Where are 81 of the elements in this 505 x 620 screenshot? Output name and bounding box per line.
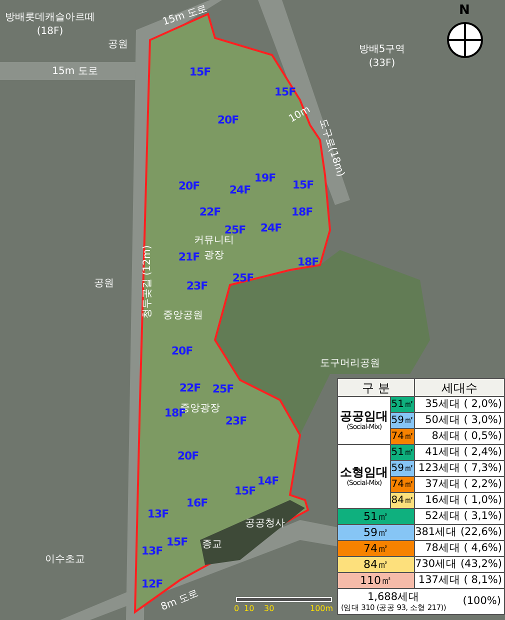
total-percent: (100%) [462, 596, 501, 607]
unit-size-cell: 110㎡ [338, 572, 415, 588]
place-label: 광장 [204, 251, 224, 261]
total-count: 1,688세대 [367, 592, 420, 602]
road-label: 15m 도로 [52, 67, 98, 77]
unit-count-cell: 137세대 ( 8,1%) [414, 572, 504, 588]
unit-size-cell: 59㎡ [338, 524, 415, 540]
place-label: 방배롯데캐슬아르떼 [5, 13, 95, 23]
floor-label: 22F [199, 206, 221, 218]
place-label: 종교 [202, 540, 222, 550]
floor-label: 22F [179, 382, 201, 394]
place-label: 방배5구역 [358, 45, 406, 55]
floor-label: 15F [166, 536, 188, 548]
place-label: 공원 [94, 279, 114, 289]
unit-size-cell: 84㎡ [338, 556, 415, 572]
unit-count-cell: 78세대 ( 4,6%) [414, 540, 504, 556]
floor-label: 23F [225, 416, 247, 426]
floor-label: 24F [229, 184, 251, 196]
floor-label: 25F [212, 384, 234, 394]
unit-count-cell: 37세대 ( 2,2%) [414, 476, 504, 492]
road-label: 15m 도로 [162, 4, 208, 28]
unit-size-cell: 74㎡ [390, 428, 415, 444]
place-label: 공원 [108, 40, 128, 50]
unit-size-cell: 51㎡ [390, 444, 415, 460]
place-label: (33F) [368, 59, 396, 69]
place-label: 커뮤니티 [194, 236, 234, 246]
compass-letter: N [459, 4, 470, 17]
floor-label: 20F [178, 180, 200, 192]
unit-size-cell: 84㎡ [390, 492, 415, 508]
floor-label: 18F [291, 206, 313, 218]
floor-label: 23F [186, 280, 208, 292]
unit-count-cell: 8세대 ( 0,5%) [414, 428, 504, 444]
floor-label: 15F [234, 486, 256, 496]
floor-label: 19F [254, 172, 276, 184]
floor-label: 20F [171, 346, 193, 356]
floor-label: 20F [177, 450, 199, 462]
group-label: 공공임대 [339, 410, 390, 422]
unit-count-cell: 50세대 ( 3,0%) [414, 412, 504, 428]
unit-count-cell: 123세대 ( 7,3%) [414, 460, 504, 476]
floor-label: 16F [186, 498, 208, 508]
floor-label: 13F [141, 546, 163, 556]
place-label: (18F) [36, 27, 64, 37]
scale-label: 30 [264, 605, 274, 613]
group-label: 소형임대 [339, 466, 390, 478]
column-header: 구 분 [338, 378, 415, 396]
floor-label: 13F [147, 508, 169, 520]
floor-label: 25F [224, 224, 246, 236]
unit-size-cell: 51㎡ [390, 396, 415, 412]
road-label: 청두곶길 (12m) [143, 245, 153, 319]
unit-count-cell: 41세대 ( 2,4%) [414, 444, 504, 460]
floor-label: 25F [232, 272, 254, 284]
place-label: 공공청사 [245, 519, 285, 529]
place-label: 중앙공원 [163, 311, 203, 321]
floor-label: 20F [217, 114, 239, 126]
floor-label: 12F [141, 578, 163, 590]
column-header: 세대수 [414, 378, 504, 396]
unit-count-cell: 35세대 ( 2,0%) [414, 396, 504, 412]
unit-size-cell: 59㎡ [390, 412, 415, 428]
unit-size-cell: 74㎡ [390, 476, 415, 492]
place-label: 도구머리공원 [320, 359, 380, 369]
scale-label: 100m [310, 605, 334, 613]
floor-label: 24F [260, 222, 282, 234]
road-label: 8m 도로 [160, 589, 200, 613]
floor-label: 15F [189, 66, 211, 78]
unit-count-cell: 381세대 (22,6%) [414, 524, 504, 540]
road-label: 10m [288, 105, 312, 125]
unit-count-cell: 52세대 ( 3,1%) [414, 508, 504, 524]
floor-label: 21F [178, 252, 200, 262]
scale-label: 10 [244, 605, 254, 613]
unit-count-cell: 730세대 (43,2%) [414, 556, 504, 572]
floor-label: 15F [274, 86, 296, 98]
floor-label: 18F [297, 256, 319, 268]
scale-label: 0 [234, 605, 240, 613]
floor-label: 15F [292, 180, 314, 190]
unit-count-cell: 16세대 ( 1,0%) [414, 492, 504, 508]
place-label: 이수초교 [45, 555, 85, 565]
compass-icon [447, 22, 483, 58]
floor-label: 14F [257, 476, 279, 486]
unit-size-cell: 74㎡ [338, 540, 415, 556]
unit-size-cell: 51㎡ [338, 508, 415, 524]
unit-size-cell: 59㎡ [390, 460, 415, 476]
